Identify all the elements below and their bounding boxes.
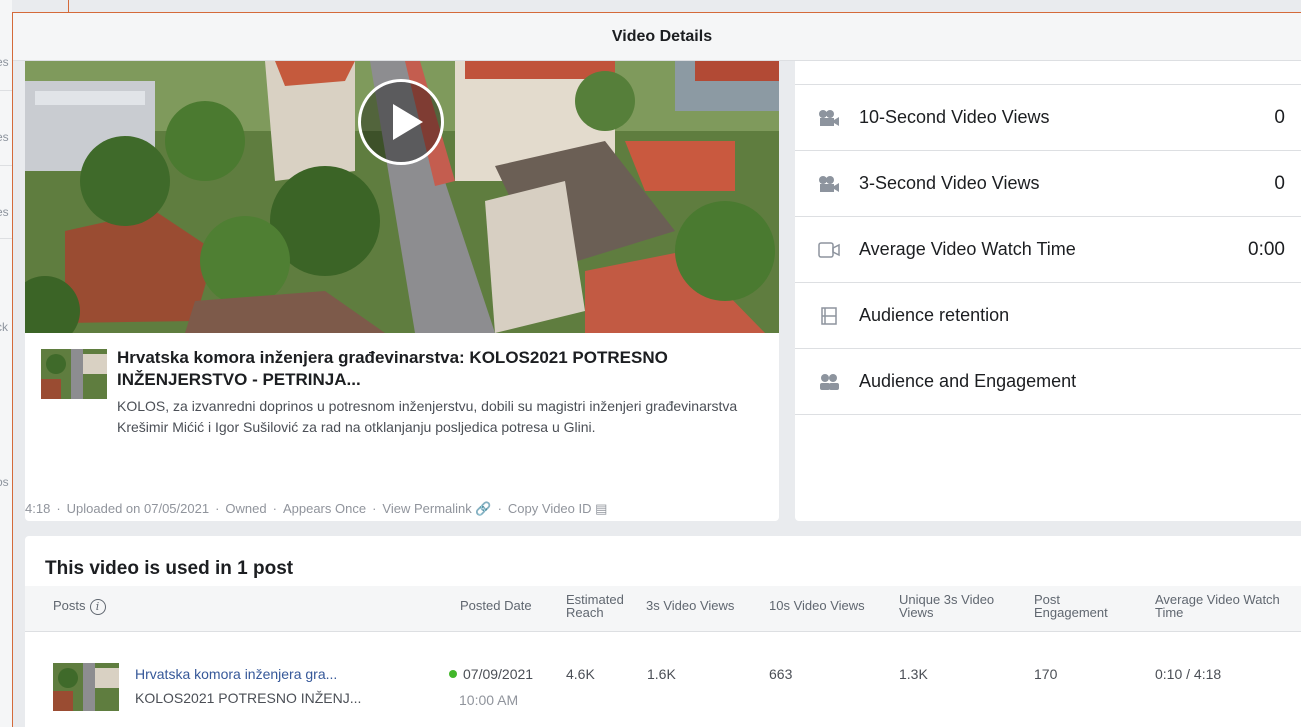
- post-3s-views: 1.6K: [647, 666, 676, 682]
- column-header-3s-views[interactable]: 3s Video Views: [646, 599, 734, 612]
- accent-line: [68, 0, 69, 12]
- view-permalink-link[interactable]: View Permalink 🔗: [382, 501, 491, 516]
- column-header-engagement[interactable]: Post Engagement: [1034, 593, 1108, 619]
- video-camera-icon: [817, 108, 841, 128]
- modal-title: Video Details: [611, 27, 713, 45]
- metric-value: 0:00: [1248, 238, 1285, 260]
- column-header-unique-3s[interactable]: Unique 3s Video Views: [899, 593, 994, 619]
- film-icon: [817, 306, 841, 326]
- post-title-link[interactable]: Hrvatska komora inženjera gra...: [135, 666, 337, 682]
- background-fragment: os: [0, 475, 9, 489]
- info-icon[interactable]: i: [89, 599, 106, 615]
- column-header-posted-date[interactable]: Posted Date: [460, 599, 532, 612]
- copy-video-id-link[interactable]: Copy Video ID ▤: [508, 501, 608, 516]
- video-duration: 4:18: [25, 501, 51, 516]
- video-mini-thumbnail: [41, 349, 107, 399]
- metric-row[interactable]: Audience and Engagement ⋮: [795, 349, 1301, 415]
- post-thumbnail: [53, 663, 119, 711]
- video-outline-icon: [817, 240, 841, 260]
- metric-row[interactable]: 3-Second Video Views 0 ⋮: [795, 151, 1301, 217]
- posts-heading: This video is used in 1 post: [45, 558, 294, 579]
- metrics-card: 10-Second Video Views 0 ⋮ 3-Second Video…: [795, 61, 1301, 521]
- appearance-label: Appears Once: [282, 501, 367, 516]
- background-divider: [0, 90, 12, 91]
- post-reach: 4.6K: [566, 666, 595, 682]
- post-date: 07/09/2021: [449, 666, 533, 682]
- post-unique-3s: 1.3K: [899, 666, 928, 682]
- people-icon: [817, 372, 841, 392]
- posts-card: This video is used in 1 post Posts i Post…: [25, 536, 1301, 727]
- column-header-10s-views[interactable]: 10s Video Views: [769, 599, 865, 612]
- column-header-reach[interactable]: Estimated Reach: [566, 593, 624, 619]
- video-meta: 4:18 · Uploaded on 07/05/2021 · Owned · Appear…: [25, 501, 608, 516]
- video-card: Hrvatska komora inženjera građevinarstva…: [25, 61, 779, 521]
- background-fragment: es: [0, 130, 9, 144]
- metric-label: Average Video Watch Time: [859, 239, 1076, 259]
- video-thumbnail[interactable]: [25, 61, 779, 333]
- metric-row[interactable]: Audience retention ⋮: [795, 283, 1301, 349]
- video-description: KOLOS, za izvanredni doprinos u potresno…: [117, 398, 738, 435]
- post-time: 10:00 AM: [459, 692, 519, 708]
- copy-icon: ▤: [595, 501, 608, 516]
- video-info: Hrvatska komora inženjera građevinarstva…: [25, 333, 779, 483]
- metric-value: 0: [1274, 172, 1285, 194]
- link-icon: 🔗: [475, 501, 492, 516]
- video-camera-icon: [817, 174, 841, 194]
- background-fragment: es: [0, 55, 9, 69]
- metric-label: Audience and Engagement: [859, 371, 1077, 391]
- metric-row[interactable]: Average Video Watch Time 0:00 ⋮: [795, 217, 1301, 283]
- post-avg-watch-time: 0:10 / 4:18: [1155, 666, 1222, 682]
- divider: [25, 631, 1301, 632]
- status-dot: [449, 670, 457, 678]
- modal-header: Video Details: [13, 13, 1301, 61]
- metric-label: 3-Second Video Views: [859, 173, 1040, 193]
- metric-row[interactable]: 10-Second Video Views 0 ⋮: [795, 85, 1301, 151]
- play-button[interactable]: [358, 79, 444, 165]
- upload-date: Uploaded on 07/05/2021: [66, 501, 210, 516]
- post-engagement: 170: [1034, 666, 1058, 682]
- metric-label: Audience retention: [859, 305, 1010, 325]
- video-details-modal: Video Details Hrvatska komora inženjera …: [12, 12, 1301, 727]
- column-header-posts[interactable]: Posts i: [53, 599, 106, 615]
- metric-label: 10-Second Video Views: [859, 107, 1050, 127]
- background-divider: [0, 238, 12, 239]
- metric-row-partial: [795, 61, 1301, 85]
- post-subtitle: KOLOS2021 POTRESNO INŽENJ...: [135, 690, 362, 706]
- background-divider: [0, 165, 12, 166]
- video-title: Hrvatska komora inženjera građevinarstva…: [117, 348, 668, 389]
- background-fragment: es: [0, 205, 9, 219]
- post-10s-views: 663: [769, 666, 793, 682]
- ownership-label: Owned: [225, 501, 267, 516]
- video-text: Hrvatska komora inženjera građevinarstva…: [117, 347, 763, 438]
- metric-value: 0: [1274, 106, 1285, 128]
- background-fragment: ck: [0, 320, 8, 334]
- background-page-strip: es es es ck os: [0, 0, 12, 727]
- column-header-avg-watch-time[interactable]: Average Video Watch Time: [1155, 593, 1280, 619]
